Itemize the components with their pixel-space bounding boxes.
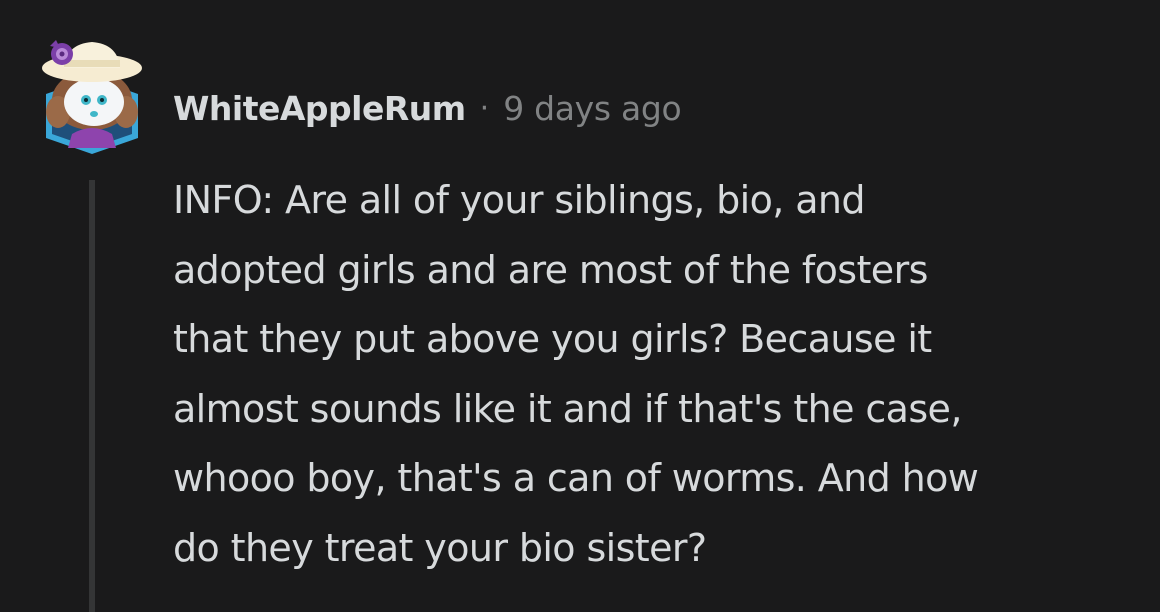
comment-body-line: whooo boy, that's a can of worms. And ho… bbox=[173, 456, 979, 500]
comment-body-line: adopted girls and are most of the foster… bbox=[173, 247, 928, 292]
comment-body-line: almost sounds like it and if that's the … bbox=[173, 386, 962, 431]
comment-body-line: do they treat your bio sister? bbox=[173, 525, 707, 570]
meta-separator: · bbox=[479, 90, 490, 126]
timestamp-link[interactable]: 9 days ago bbox=[503, 89, 682, 128]
comment: WhiteAppleRum · 9 days ago INFO: Are all… bbox=[0, 0, 1160, 612]
user-avatar[interactable] bbox=[36, 30, 148, 156]
comment-meta: WhiteAppleRum · 9 days ago bbox=[173, 86, 682, 130]
comment-body-line: INFO: Are all of your siblings, bio, and bbox=[173, 178, 866, 222]
snoo-avatar-sunhat-icon bbox=[42, 40, 142, 154]
username-link[interactable]: WhiteAppleRum bbox=[173, 89, 466, 128]
comment-body-line: that they put above you girls? Because i… bbox=[173, 317, 932, 361]
thread-collapse-line[interactable] bbox=[89, 180, 95, 612]
comment-body: INFO: Are all of your siblings, bio, and… bbox=[173, 166, 1133, 583]
